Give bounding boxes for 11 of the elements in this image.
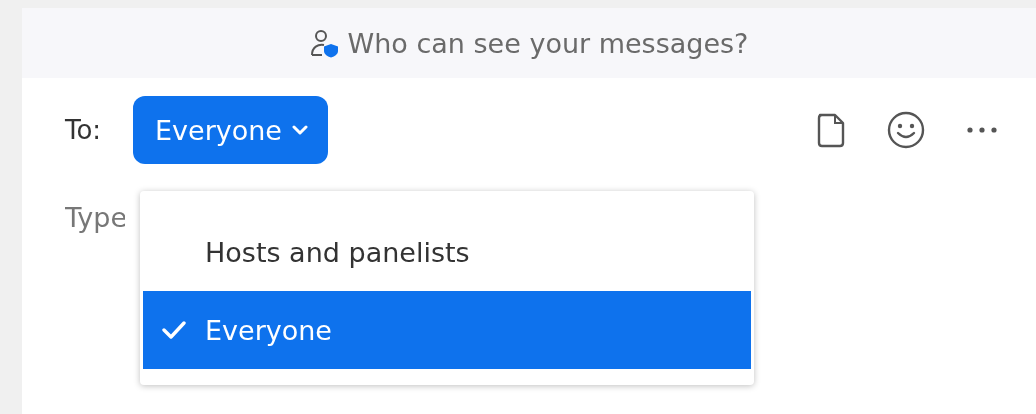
check-icon (162, 320, 186, 340)
emoji-icon[interactable] (886, 110, 926, 150)
menu-item[interactable]: Hosts and panelists (143, 213, 751, 291)
header-text: Who can see your messages? (347, 27, 749, 59)
file-icon[interactable] (816, 112, 846, 148)
person-shield-icon (309, 28, 340, 58)
menu-item[interactable]: Everyone (143, 291, 751, 369)
caret-icon (292, 125, 308, 135)
to-label: To: (65, 115, 103, 145)
more-icon[interactable] (966, 126, 998, 134)
recipient-dropdown[interactable]: Everyone (133, 96, 328, 164)
